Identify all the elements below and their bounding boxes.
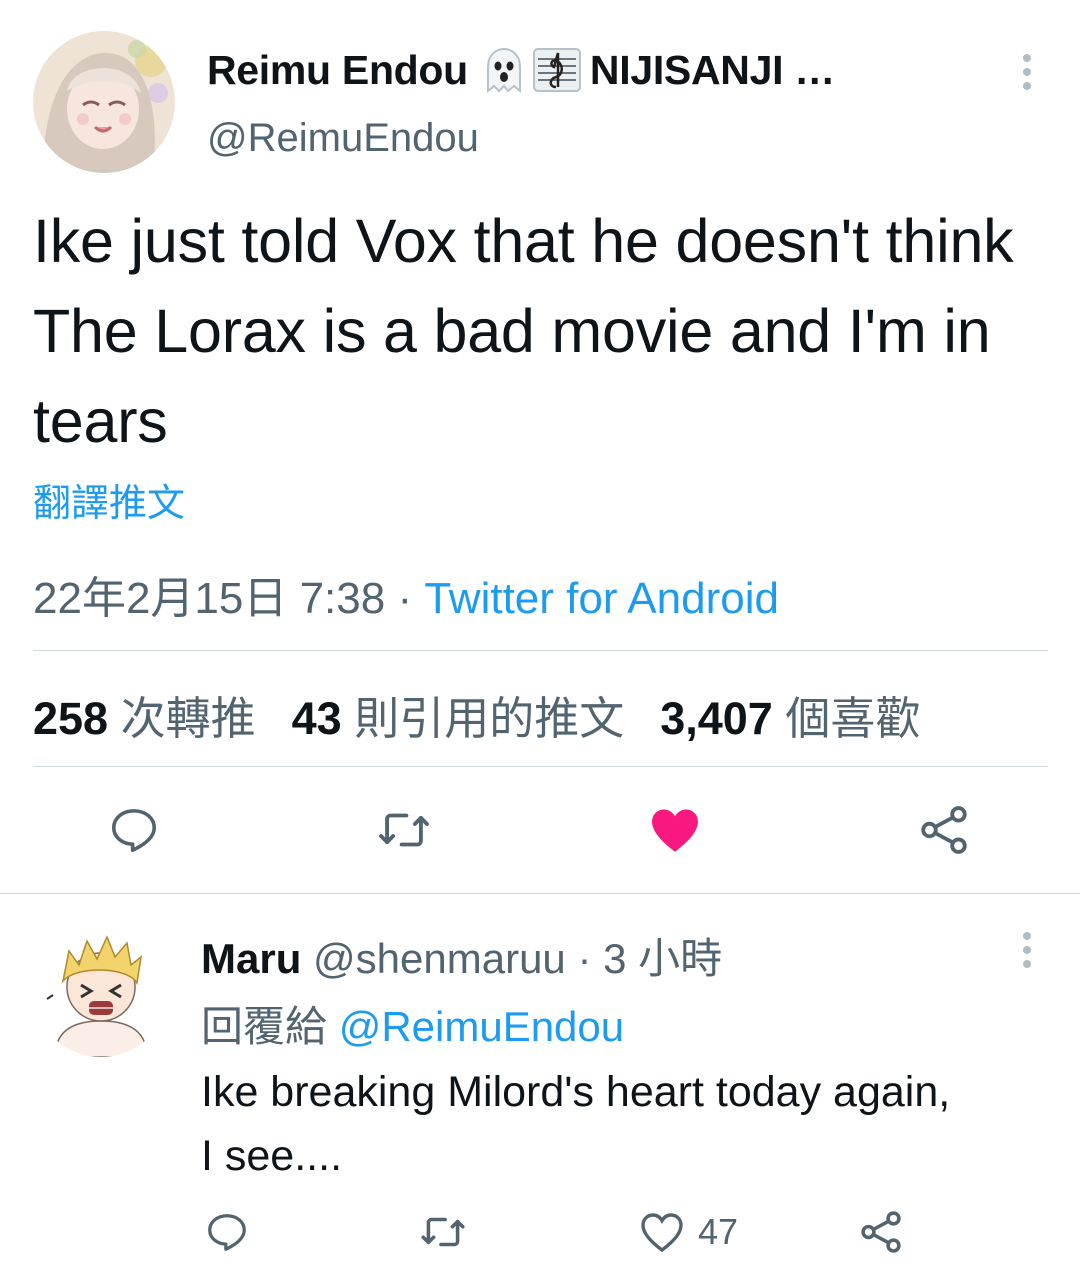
heart-outline-icon: [641, 1213, 683, 1253]
author-line[interactable]: Reimu Endou NIJISANJI …: [207, 44, 835, 96]
quotes-count: 43: [291, 693, 342, 744]
reply-like-count: 47: [698, 1211, 739, 1252]
tweet-meta: 22年2月15日 7:38 · Twitter for Android: [33, 562, 779, 626]
reply-text-line: I see....: [201, 1132, 343, 1180]
reply-author-name[interactable]: Maru: [201, 935, 301, 982]
retweets-label: 次轉推: [120, 693, 256, 744]
likes-stat[interactable]: 3,407 個喜歡: [660, 682, 920, 747]
music-score-icon: [532, 48, 581, 92]
divider: [33, 650, 1048, 651]
retweets-count: 258: [33, 693, 109, 744]
reply-button[interactable]: [104, 800, 164, 860]
retweet-icon: [421, 1217, 465, 1247]
reply-share-button[interactable]: [856, 1207, 906, 1257]
reply-separator: ·: [577, 935, 592, 982]
author-name[interactable]: Reimu Endou: [207, 47, 468, 94]
reply-text: Ike breaking Milord's heart today again,…: [201, 1060, 1061, 1188]
retweets-stat[interactable]: 258 次轉推: [33, 682, 256, 747]
tweet-timestamp[interactable]: 22年2月15日 7:38: [33, 574, 385, 623]
tweet-stats: 258 次轉推 43 則引用的推文 3,407 個喜歡: [33, 682, 920, 747]
reply-like-button[interactable]: 47: [638, 1207, 738, 1257]
like-button[interactable]: [645, 800, 705, 860]
section-divider: [0, 893, 1080, 894]
reply-reply-button[interactable]: [204, 1207, 250, 1257]
author-handle[interactable]: @ReimuEndou: [207, 116, 479, 161]
ghost-emoji-icon: [486, 47, 521, 93]
meta-separator: ·: [397, 574, 413, 623]
share-icon: [921, 806, 967, 854]
reply-retweet-button[interactable]: [418, 1207, 468, 1257]
author-org[interactable]: NIJISANJI …: [590, 47, 835, 94]
reply-author-avatar[interactable]: [33, 921, 169, 1057]
reply-text-line: Ike breaking Milord's heart today again,: [201, 1068, 951, 1116]
tweet-text: Ike just told Vox that he doesn't think …: [33, 207, 1014, 455]
replying-to-label: 回覆給: [201, 1003, 328, 1050]
divider: [33, 766, 1048, 767]
reply-icon: [208, 1214, 246, 1251]
likes-label: 個喜歡: [785, 693, 921, 744]
reply-header: Maru @shenmaruu · 3 小時: [201, 925, 722, 986]
replying-to-mention[interactable]: @ReimuEndou: [339, 1003, 624, 1050]
reply-icon: [111, 809, 157, 853]
heart-filled-icon: [652, 809, 698, 852]
reply-time[interactable]: 3 小時: [603, 935, 722, 982]
likes-count: 3,407: [660, 693, 773, 744]
replying-to: 回覆給 @ReimuEndou: [201, 993, 624, 1054]
retweet-button[interactable]: [374, 800, 434, 860]
share-button[interactable]: [914, 800, 974, 860]
reply-author-handle[interactable]: @shenmaruu: [313, 935, 566, 982]
author-avatar[interactable]: [33, 31, 175, 173]
quotes-stat[interactable]: 43 則引用的推文: [292, 682, 625, 747]
quotes-label: 則引用的推文: [354, 693, 625, 744]
more-options-icon[interactable]: [1010, 50, 1044, 94]
share-icon: [861, 1211, 901, 1253]
translate-tweet-link[interactable]: 翻譯推文: [33, 472, 185, 527]
retweet-icon: [379, 813, 429, 847]
author-emojis: [482, 47, 582, 93]
tweet-source-link[interactable]: Twitter for Android: [424, 574, 779, 623]
reply-more-options-icon[interactable]: [1010, 928, 1044, 972]
